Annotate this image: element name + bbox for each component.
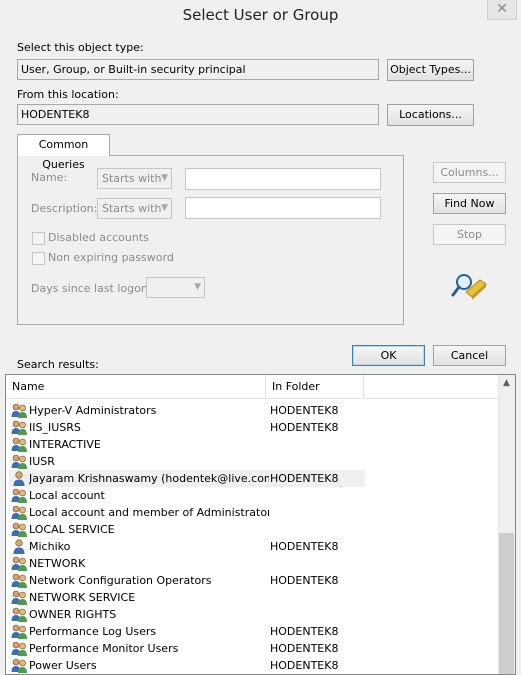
row-name: Hyper-V Administrators [29,404,157,417]
name-mode-select[interactable]: Starts with ▼ [97,168,172,189]
row-folder: HODENTEK8 [270,625,339,638]
object-types-button[interactable]: Object Types... [387,59,474,81]
row-folder: HODENTEK8 [270,642,339,655]
user-icon [11,471,28,486]
row-folder: HODENTEK8 [270,421,339,434]
table-row[interactable]: IUSR [6,453,499,470]
row-folder: HODENTEK8 [270,659,339,672]
description-label: Description: [31,202,98,215]
row-name: IUSR [29,455,55,468]
row-name: OWNER RIGHTS [29,608,117,621]
row-name: NETWORK [29,557,86,570]
ok-button[interactable]: OK [352,345,425,366]
description-input[interactable] [185,197,381,219]
table-row[interactable]: Power Users HODENTEK8 [6,657,499,674]
table-row[interactable]: Performance Monitor Users HODENTEK8 [6,640,499,657]
row-folder: HODENTEK8 [270,574,339,587]
description-mode-select[interactable]: Starts with ▼ [97,198,172,219]
search-results-label: Search results: [17,358,99,371]
column-header-filler [364,375,499,399]
days-since-logon-label: Days since last logon: [31,282,152,295]
object-type-field: User, Group, or Built-in security princi… [17,59,379,80]
row-name: Jayaram Krishnaswamy (hodentek@live.com) [29,472,269,485]
row-name: Power Users [29,659,97,672]
group-icon [11,420,28,435]
table-row[interactable]: NETWORK [6,555,499,572]
tab-common-queries[interactable]: Common Queries [17,134,110,171]
row-name: Performance Monitor Users [29,642,179,655]
table-row[interactable]: NETWORK SERVICE [6,589,499,606]
group-icon [11,590,28,605]
group-icon [11,607,28,622]
column-header-name[interactable]: Name [6,375,266,399]
window-title: Select User or Group [182,6,339,24]
group-icon [11,403,28,418]
group-icon [11,573,28,588]
row-name: Michiko [29,540,71,553]
group-icon [11,454,28,469]
table-row[interactable]: Local account [6,487,499,504]
table-row[interactable]: OWNER RIGHTS [6,606,499,623]
column-header-in-folder[interactable]: In Folder [266,375,364,399]
chevron-down-icon: ▼ [161,203,168,213]
chevron-down-icon: ▼ [194,282,201,292]
row-name: Local account and member of Administrato… [29,506,269,519]
row-name: Performance Log Users [29,625,157,638]
search-magnifier-icon [450,270,488,302]
non-expiring-password-checkbox[interactable] [32,252,45,265]
row-name: Local account [29,489,105,502]
row-folder: HODENTEK8 [270,472,339,485]
table-row[interactable]: IIS_IUSRS HODENTEK8 [6,419,499,436]
object-type-label: Select this object type: [17,41,144,54]
vertical-scrollbar[interactable]: ▲ [498,375,515,674]
table-row[interactable]: INTERACTIVE [6,436,499,453]
row-name: INTERACTIVE [29,438,101,451]
columns-button[interactable]: Columns... [433,162,506,183]
common-queries-panel: Name: Starts with ▼ Description: Starts … [17,155,404,325]
row-name: LOCAL SERVICE [29,523,115,536]
search-results-list[interactable]: Name In Folder Hyper-V Administrators HOD… [5,374,516,675]
name-mode-value: Starts with [102,172,162,185]
row-folder: HODENTEK8 [270,540,339,553]
row-folder: HODENTEK8 [270,404,339,417]
non-expiring-password-label: Non expiring password [48,251,174,264]
locations-button[interactable]: Locations... [387,104,474,126]
table-row[interactable]: Network Configuration Operators HODENTEK8 [6,572,499,589]
disabled-accounts-checkbox[interactable] [32,232,45,245]
name-input[interactable] [185,168,381,190]
description-mode-value: Starts with [102,202,162,215]
group-icon [11,522,28,537]
cancel-button[interactable]: Cancel [433,345,506,366]
disabled-accounts-label: Disabled accounts [48,231,149,244]
table-row[interactable]: LOCAL SERVICE [6,521,499,538]
user-icon [11,539,28,554]
row-name: Network Configuration Operators [29,574,212,587]
stop-button[interactable]: Stop [433,224,506,245]
row-name: IIS_IUSRS [29,421,81,434]
days-since-logon-select[interactable]: ▼ [146,277,205,298]
scroll-up-icon[interactable]: ▲ [498,375,515,392]
group-icon [11,641,28,656]
table-row[interactable]: Local account and member of Administrato… [6,504,499,521]
location-field: HODENTEK8 [17,104,379,125]
table-row[interactable]: Hyper-V Administrators HODENTEK8 [6,402,499,419]
group-icon [11,556,28,571]
close-button[interactable]: ✕ [487,0,517,20]
chevron-down-icon: ▼ [161,173,168,183]
group-icon [11,624,28,639]
scroll-thumb[interactable] [499,533,514,674]
table-row[interactable]: Jayaram Krishnaswamy (hodentek@live.com)… [6,470,499,487]
table-row[interactable]: Performance Log Users HODENTEK8 [6,623,499,640]
group-icon [11,437,28,452]
group-icon [11,488,28,503]
location-label: From this location: [17,88,119,101]
group-icon [11,658,28,673]
table-row[interactable]: Michiko HODENTEK8 [6,538,499,555]
close-icon: ✕ [496,1,508,17]
group-icon [11,505,28,520]
row-name: NETWORK SERVICE [29,591,136,604]
find-now-button[interactable]: Find Now [433,193,506,214]
